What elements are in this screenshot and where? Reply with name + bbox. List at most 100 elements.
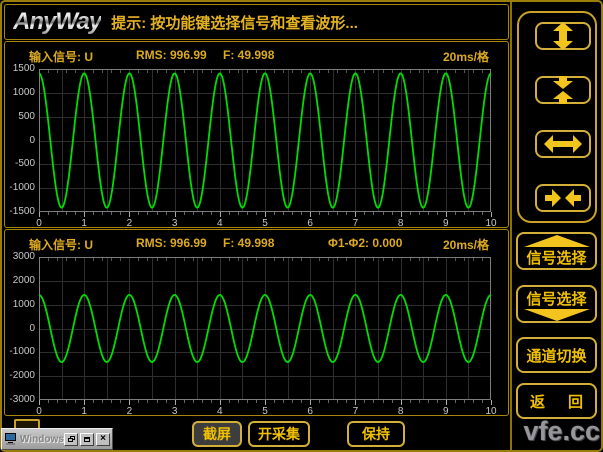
y-axis-label: -500 xyxy=(1,158,35,170)
zoom-button-group xyxy=(517,11,597,223)
waveform-trace xyxy=(39,257,491,400)
signal-select-up-label: 信号选择 xyxy=(526,247,586,268)
x-tick xyxy=(247,400,248,403)
x-tick xyxy=(184,212,185,215)
x-tick xyxy=(392,212,393,215)
x-tick xyxy=(355,212,356,217)
rms-value: RMS: 996.99 xyxy=(136,48,207,62)
y-axis-label: 3000 xyxy=(1,251,35,263)
x-tick xyxy=(256,400,257,403)
x-tick xyxy=(464,212,465,215)
signal-select-down-label: 信号选择 xyxy=(526,288,586,309)
y-axis-label: 500 xyxy=(1,111,35,123)
x-tick xyxy=(93,212,94,215)
x-tick xyxy=(247,212,248,215)
x-tick xyxy=(373,400,374,403)
x-tick xyxy=(175,400,176,405)
y-axis-label: -1000 xyxy=(1,182,35,194)
x-tick xyxy=(301,212,302,215)
x-tick xyxy=(220,400,221,405)
frequency-value: F: 49.998 xyxy=(223,48,274,62)
x-tick xyxy=(410,400,411,403)
restore-button[interactable] xyxy=(64,433,78,446)
y-axis-label: 2000 xyxy=(1,275,35,287)
x-axis-label: 8 xyxy=(393,406,409,418)
waveform-trace xyxy=(39,69,491,212)
x-axis-label: 10 xyxy=(483,406,499,418)
x-tick xyxy=(120,212,121,215)
x-tick xyxy=(328,400,329,403)
expand-horizontal-button[interactable] xyxy=(535,130,591,158)
windows-app-icon xyxy=(4,433,17,445)
x-tick xyxy=(274,400,275,403)
x-tick xyxy=(57,400,58,403)
x-axis-label: 1 xyxy=(76,406,92,418)
y-axis-label: 1500 xyxy=(1,63,35,75)
x-tick xyxy=(265,400,266,405)
x-tick xyxy=(66,400,67,403)
anyway-logo: AnyWay xyxy=(13,8,101,36)
x-tick xyxy=(283,212,284,215)
compress-vertical-icon xyxy=(543,75,583,105)
x-tick xyxy=(328,212,329,215)
expand-vertical-icon xyxy=(543,21,583,51)
waveform-panel-2: 输入信号: U RMS: 996.99 F: 49.998 Φ1-Φ2: 0.0… xyxy=(4,229,509,416)
expand-vertical-button[interactable] xyxy=(535,22,591,50)
x-tick xyxy=(157,400,158,403)
compress-horizontal-button[interactable] xyxy=(535,184,591,212)
x-axis-label: 2 xyxy=(121,406,137,418)
x-tick xyxy=(147,400,148,403)
signal-select-up-button[interactable]: 信号选择 xyxy=(516,232,597,270)
x-tick xyxy=(75,212,76,215)
x-tick xyxy=(401,212,402,217)
x-tick xyxy=(229,212,230,215)
x-tick xyxy=(455,212,456,215)
x-tick xyxy=(446,212,447,217)
compress-vertical-button[interactable] xyxy=(535,76,591,104)
rms-value: RMS: 996.99 xyxy=(136,236,207,250)
phase-diff-value: Φ1-Φ2: 0.000 xyxy=(328,236,402,250)
x-tick xyxy=(419,400,420,403)
x-tick xyxy=(211,400,212,403)
x-tick xyxy=(184,400,185,403)
x-tick xyxy=(138,400,139,403)
x-tick xyxy=(364,400,365,403)
x-tick xyxy=(111,400,112,403)
x-tick xyxy=(428,212,429,215)
screenshot-button[interactable]: 截屏 xyxy=(192,421,242,447)
sidebar-divider xyxy=(510,2,512,450)
hold-button-label: 保持 xyxy=(362,424,390,444)
x-tick xyxy=(310,212,311,217)
x-tick xyxy=(491,212,492,217)
windows-title-text: Windows ... xyxy=(20,434,64,445)
start-acquisition-button[interactable]: 开采集 xyxy=(248,421,310,447)
x-tick xyxy=(166,400,167,403)
x-tick xyxy=(48,400,49,403)
x-tick xyxy=(274,212,275,215)
x-tick xyxy=(229,400,230,403)
back-button[interactable]: 返 回 xyxy=(516,383,597,419)
x-tick xyxy=(39,212,40,217)
x-axis-label: 7 xyxy=(347,406,363,418)
signal-label: 输入信号: U xyxy=(29,236,93,253)
y-axis-label: 1000 xyxy=(1,87,35,99)
hold-button[interactable]: 保持 xyxy=(347,421,405,447)
x-tick xyxy=(292,400,293,403)
signal-select-down-button[interactable]: 信号选择 xyxy=(516,285,597,323)
close-button[interactable]: × xyxy=(96,433,110,446)
y-axis-label: 0 xyxy=(1,323,35,335)
maximize-button[interactable] xyxy=(80,433,94,446)
x-tick xyxy=(57,212,58,215)
windows-titlebar[interactable]: Windows ... × xyxy=(1,428,113,450)
x-tick xyxy=(138,212,139,215)
x-tick xyxy=(93,400,94,403)
x-tick xyxy=(265,212,266,217)
x-tick xyxy=(473,212,474,215)
triangle-down-icon xyxy=(524,309,590,321)
x-tick xyxy=(383,212,384,215)
channel-switch-button[interactable]: 通道切换 xyxy=(516,337,597,373)
x-tick xyxy=(383,400,384,403)
compress-horizontal-icon xyxy=(543,183,583,213)
triangle-up-icon xyxy=(524,235,590,247)
y-axis-label: 0 xyxy=(1,135,35,147)
